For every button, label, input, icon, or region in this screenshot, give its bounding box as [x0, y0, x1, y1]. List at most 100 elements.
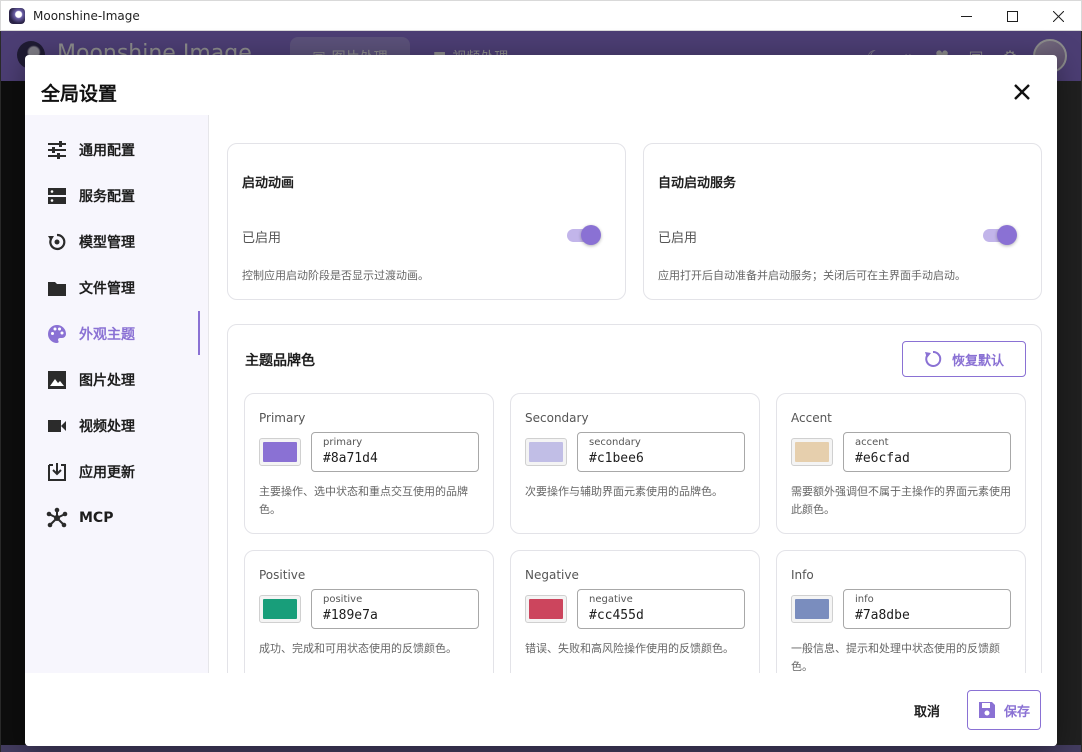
color-description: 主要操作、选中状态和重点交互使用的品牌色。 — [259, 485, 468, 516]
sidebar-item-video[interactable]: 视频处理 — [25, 403, 208, 449]
dialog-close-button[interactable] — [1011, 81, 1033, 103]
settings-content: 启动动画 已启用 控制应用启动阶段是否显示过渡动画。 自动启动服务 已启用 应用… — [210, 115, 1057, 673]
swatch-fill — [795, 442, 829, 462]
field-value: #c1bee6 — [589, 451, 644, 466]
field-label: positive — [323, 594, 363, 605]
minimize-button[interactable] — [943, 1, 989, 31]
dialog-header: 全局设置 — [25, 55, 1057, 115]
color-swatch-accent[interactable] — [791, 438, 833, 466]
dialog-footer: 取消 保存 — [25, 673, 1057, 746]
color-input-info[interactable]: info #7a8dbe — [843, 589, 1011, 629]
setting-title: 启动动画 — [242, 176, 295, 191]
save-button[interactable]: 保存 — [967, 690, 1041, 730]
field-value: #8a71d4 — [323, 451, 378, 466]
window-close-button[interactable] — [1035, 1, 1081, 31]
color-label: Positive — [259, 568, 306, 582]
sidebar-item-label: 文件管理 — [79, 281, 135, 297]
color-swatch-negative[interactable] — [525, 595, 567, 623]
sidebar-item-general[interactable]: 通用配置 — [25, 127, 208, 173]
toggle-knob — [997, 225, 1017, 245]
sidebar-item-label: 模型管理 — [79, 235, 135, 251]
maximize-icon — [1006, 10, 1018, 22]
color-input-secondary[interactable]: secondary #c1bee6 — [577, 432, 745, 472]
color-swatch-positive[interactable] — [259, 595, 301, 623]
auto-start-service-toggle[interactable] — [983, 224, 1017, 246]
sidebar-item-label: 应用更新 — [79, 465, 135, 481]
window-titlebar: Moonshine-Image — [0, 0, 1082, 31]
sliders-icon — [46, 139, 68, 161]
color-description: 需要额外强调但不属于主操作的界面元素使用此颜色。 — [791, 485, 1011, 516]
cancel-button[interactable]: 取消 — [901, 695, 953, 725]
swatch-fill — [263, 442, 297, 462]
color-card-accent: Accent accent #e6cfad 需要额外强调但不属于主操作的界面元素… — [776, 393, 1026, 534]
color-swatch-secondary[interactable] — [525, 438, 567, 466]
color-card-secondary: Secondary secondary #c1bee6 次要操作与辅助界面元素使… — [510, 393, 760, 534]
server-icon — [46, 185, 68, 207]
reset-defaults-button[interactable]: 恢复默认 — [902, 341, 1026, 377]
startup-animation-toggle[interactable] — [567, 224, 601, 246]
palette-icon — [46, 323, 68, 345]
swatch-fill — [529, 442, 563, 462]
sidebar-item-label: MCP — [79, 510, 114, 526]
dialog-title: 全局设置 — [41, 83, 118, 105]
setting-description: 控制应用启动阶段是否显示过渡动画。 — [242, 269, 429, 282]
setting-title: 自动启动服务 — [658, 176, 737, 191]
sidebar-item-label: 视频处理 — [79, 419, 135, 435]
setting-description: 应用打开后自动准备并启动服务；关闭后可在主界面手动启动。 — [658, 269, 966, 282]
settings-sidebar: 通用配置 服务配置 模型管理 文件管理 外观主题 图片处理 视频处理 应用更新 … — [25, 115, 209, 673]
setting-status: 已启用 — [242, 231, 282, 246]
sidebar-item-label: 服务配置 — [79, 189, 135, 205]
close-icon — [1014, 84, 1030, 100]
color-swatch-primary[interactable] — [259, 438, 301, 466]
sidebar-item-mcp[interactable]: MCP — [25, 495, 208, 541]
app-logo-icon — [9, 7, 25, 24]
color-input-positive[interactable]: positive #189e7a — [311, 589, 479, 629]
color-label: Info — [791, 568, 814, 582]
sidebar-item-service[interactable]: 服务配置 — [25, 173, 208, 219]
toggle-knob — [581, 225, 601, 245]
sidebar-item-theme[interactable]: 外观主题 — [25, 311, 208, 357]
save-button-label: 保存 — [1003, 704, 1030, 720]
brand-colors-title: 主题品牌色 — [245, 353, 315, 369]
field-label: negative — [589, 594, 633, 605]
color-description: 一般信息、提示和处理中状态使用的反馈颜色。 — [791, 642, 1000, 673]
field-label: accent — [855, 437, 889, 448]
window-controls — [943, 1, 1081, 31]
color-card-info: Info info #7a8dbe 一般信息、提示和处理中状态使用的反馈颜色。 — [776, 550, 1026, 673]
swatch-fill — [263, 599, 297, 619]
sidebar-item-models[interactable]: 模型管理 — [25, 219, 208, 265]
sidebar-item-label: 通用配置 — [79, 143, 135, 159]
color-label: Primary — [259, 411, 306, 425]
image-icon — [46, 369, 68, 391]
video-icon — [46, 415, 68, 437]
maximize-button[interactable] — [989, 1, 1035, 31]
field-value: #e6cfad — [855, 451, 910, 466]
color-description: 次要操作与辅助界面元素使用的品牌色。 — [525, 485, 723, 498]
color-swatch-info[interactable] — [791, 595, 833, 623]
auto-start-service-card: 自动启动服务 已启用 应用打开后自动准备并启动服务；关闭后可在主界面手动启动。 — [643, 143, 1042, 300]
sidebar-item-files[interactable]: 文件管理 — [25, 265, 208, 311]
field-value: #cc455d — [589, 608, 644, 623]
field-label: info — [855, 594, 874, 605]
field-value: #189e7a — [323, 608, 378, 623]
color-input-primary[interactable]: primary #8a71d4 — [311, 432, 479, 472]
field-value: #7a8dbe — [855, 608, 910, 623]
color-label: Negative — [525, 568, 579, 582]
hub-icon — [46, 507, 68, 529]
reset-icon — [924, 350, 942, 367]
sidebar-item-label: 外观主题 — [79, 327, 135, 343]
reset-defaults-label: 恢复默认 — [951, 353, 1004, 369]
field-label: secondary — [589, 437, 641, 448]
sidebar-item-image[interactable]: 图片处理 — [25, 357, 208, 403]
color-input-negative[interactable]: negative #cc455d — [577, 589, 745, 629]
setting-status: 已启用 — [658, 231, 698, 246]
settings-dialog: 全局设置 通用配置 服务配置 模型管理 文件管理 外观主题 图片处理 视频处理 … — [25, 55, 1057, 746]
color-card-primary: Primary primary #8a71d4 主要操作、选中状态和重点交互使用… — [244, 393, 494, 534]
sidebar-item-update[interactable]: 应用更新 — [25, 449, 208, 495]
color-card-negative: Negative negative #cc455d 错误、失败和高风险操作使用的… — [510, 550, 760, 673]
color-label: Secondary — [525, 411, 589, 425]
color-input-accent[interactable]: accent #e6cfad — [843, 432, 1011, 472]
folder-icon — [46, 277, 68, 299]
model-refresh-icon — [46, 231, 68, 253]
sidebar-item-label: 图片处理 — [79, 373, 135, 389]
